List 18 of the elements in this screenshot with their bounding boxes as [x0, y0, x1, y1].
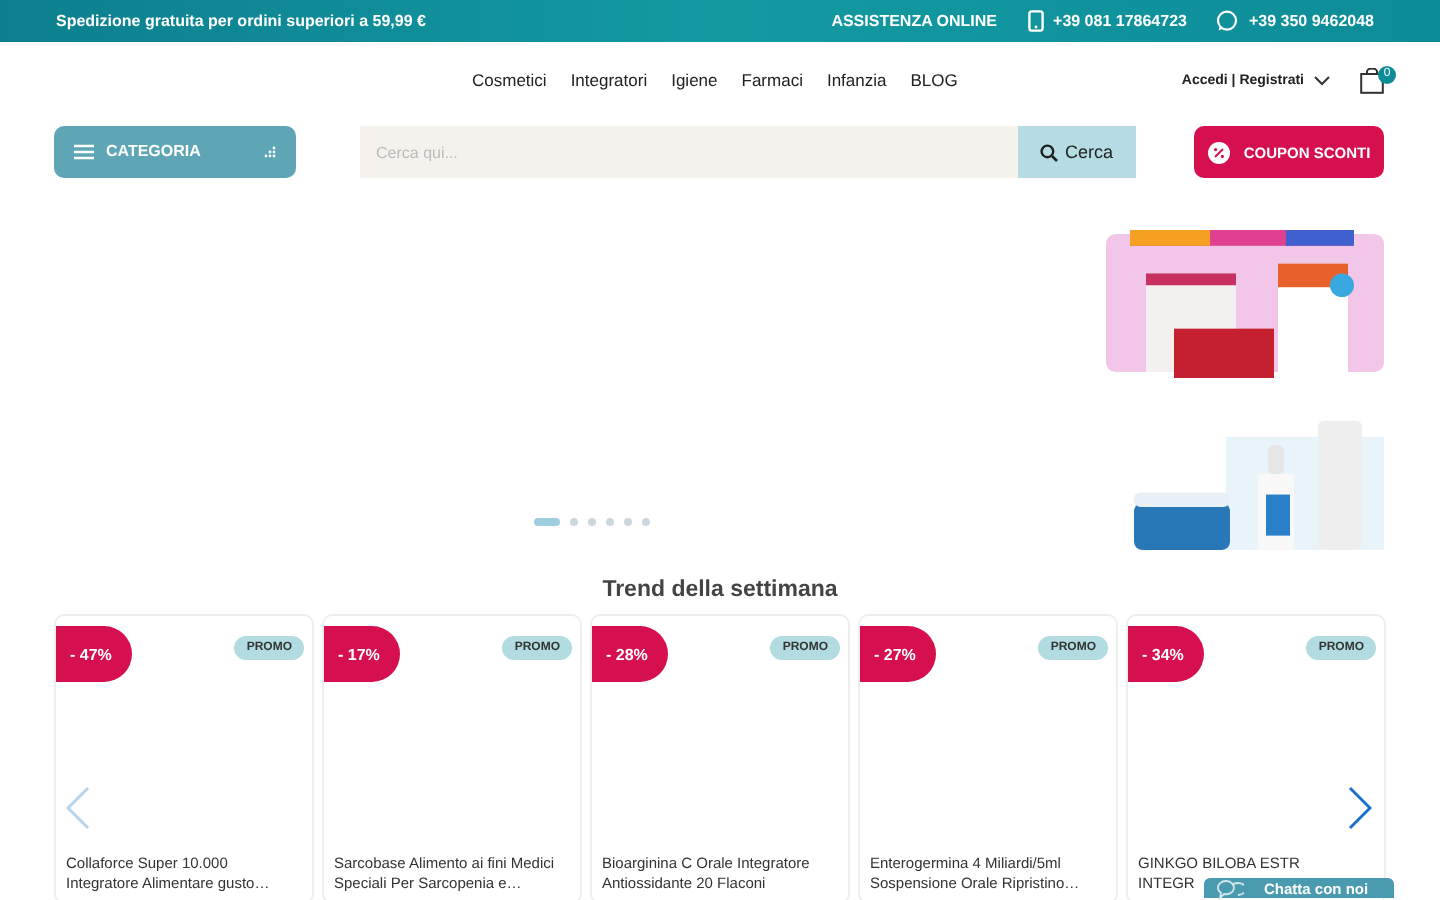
support-link[interactable]: ASSISTENZA ONLINE — [831, 12, 998, 30]
phone-link[interactable]: +39 081 17864723 — [1053, 12, 1187, 30]
discount-badge: - 28% — [592, 626, 668, 682]
nav-link[interactable]: Farmaci — [741, 70, 803, 90]
nav-link[interactable]: Integratori — [570, 70, 648, 90]
search-field[interactable]: Cerca qui... — [360, 126, 1018, 178]
section-title: Trend della settimana — [600, 578, 840, 602]
discount-badge: - 27% — [860, 626, 936, 682]
nav-link[interactable]: Igiene — [671, 70, 718, 90]
discount-badge: - 34% — [1128, 626, 1204, 682]
discount-badge: - 47% — [56, 626, 132, 682]
shipping-notice: Spedizione gratuita per ordini superiori a 59,99 € — [56, 12, 426, 30]
nav-link[interactable]: Infanzia — [826, 70, 887, 90]
search-button[interactable]: Cerca — [1018, 126, 1136, 178]
nav-link[interactable]: Cosmetici — [472, 70, 547, 90]
nav-link[interactable]: BLOG — [910, 70, 958, 90]
whatsapp-link[interactable]: +39 350 9462048 — [1248, 12, 1374, 30]
discount-badge: - 17% — [324, 626, 400, 682]
